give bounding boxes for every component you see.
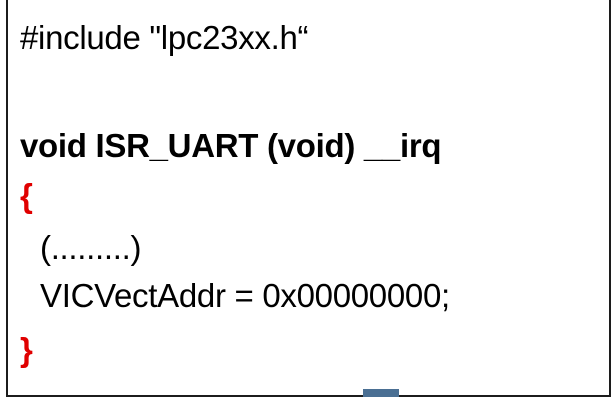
include-directive: #include "lpc23xx.h“ (20, 19, 309, 56)
open-brace: { (20, 177, 33, 214)
bottom-marker (363, 389, 399, 397)
close-brace: } (20, 331, 33, 368)
code-placeholder-line: (.........) (40, 229, 142, 266)
function-signature: void ISR_UART (void) __irq (20, 127, 442, 164)
code-panel: #include "lpc23xx.h“ void ISR_UART (void… (6, 0, 611, 397)
vic-vect-addr-statement: VICVectAddr = 0x00000000; (40, 277, 450, 314)
